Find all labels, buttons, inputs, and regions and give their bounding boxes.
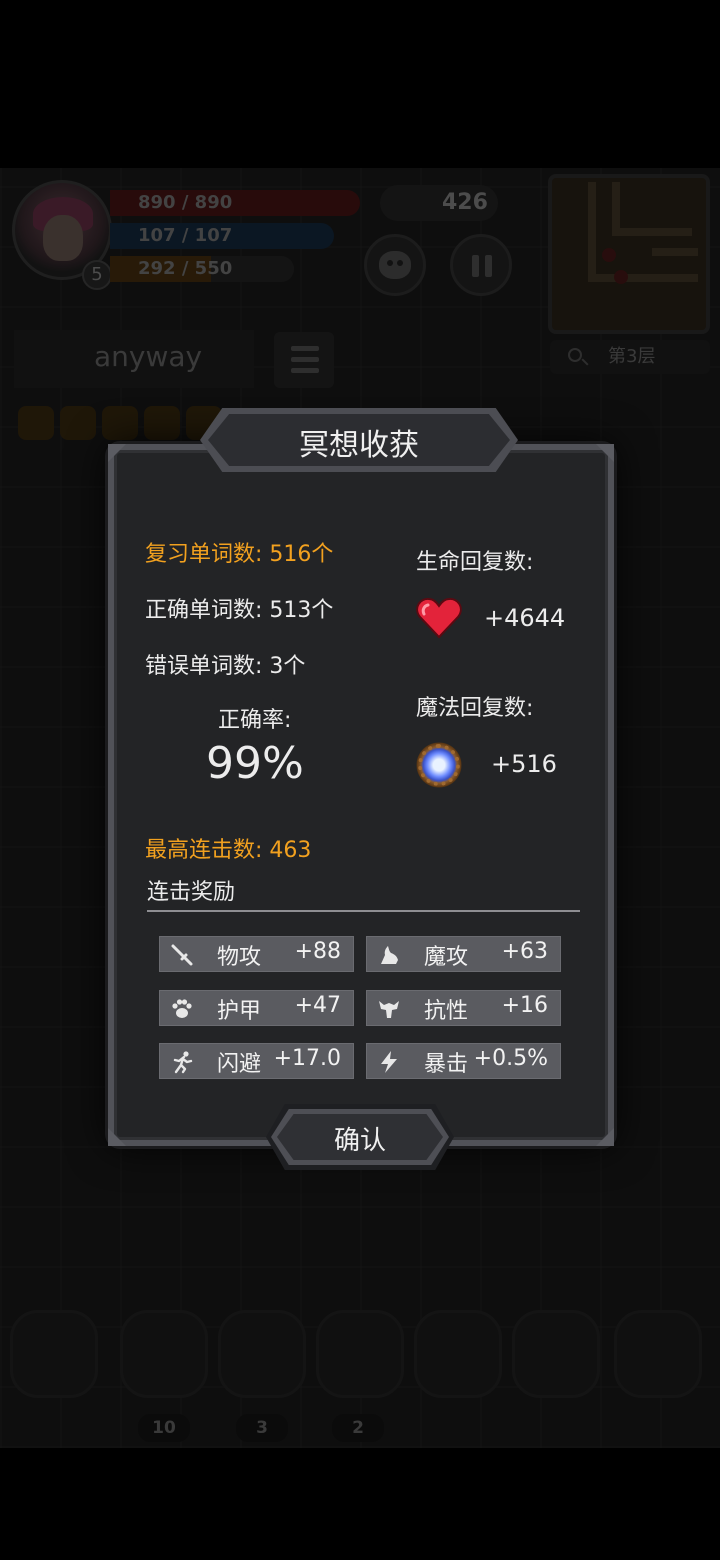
mp-recover-value: +516 [491,750,557,778]
dialog-corner [596,444,614,462]
stat-label: 闪避 [217,1052,262,1077]
stat-value: +16 [501,993,548,1018]
running-icon [173,1051,193,1074]
dialog-corner [108,1128,126,1146]
stat-label: 抗性 [424,999,469,1024]
mana-orb-icon [416,742,462,788]
stat-value: +47 [294,993,341,1018]
stat-label: 护甲 [217,999,262,1024]
stat-label: 物攻 [217,945,262,970]
stat-resistance: 抗性 +16 [366,990,561,1026]
section-divider [147,910,580,912]
stat-armor: 护甲 +47 [159,990,354,1026]
max-combo: 最高连击数: 463 [145,838,312,863]
confirm-button[interactable]: 确认 [266,1104,454,1170]
stat-physical-attack: 物攻 +88 [159,936,354,972]
stat-value: +63 [501,939,548,964]
review-word-count: 复习单词数: 516个 [145,542,334,567]
magic-hand-icon [381,946,398,964]
heart-icon [416,597,462,639]
stat-label: 暴击 [424,1052,469,1077]
paw-icon [172,999,192,1018]
stat-magic-attack: 魔攻 +63 [366,936,561,972]
accuracy-label: 正确率: [218,708,292,733]
sword-icon [171,944,193,966]
muscle-icon [379,1001,399,1018]
stat-value: +17.0 [273,1046,341,1071]
stat-critical: 暴击 +0.5% [366,1043,561,1079]
dialog-corner [596,1128,614,1146]
confirm-label: 确认 [333,1126,386,1156]
dialog-corner [108,444,126,462]
accuracy-value: 99% [206,738,304,789]
hp-recover-value: +4644 [484,604,566,632]
stat-dodge: 闪避 +17.0 [159,1043,354,1079]
hp-recover-label: 生命回复数: [416,550,534,575]
wrong-word-count: 错误单词数: 3个 [145,654,306,679]
combo-reward-title: 连击奖励 [147,880,236,905]
stat-value: +0.5% [473,1046,548,1071]
stat-value: +88 [294,939,341,964]
correct-word-count: 正确单词数: 513个 [145,598,334,623]
dialog-title: 冥想收获 [299,428,419,463]
mp-recover-label: 魔法回复数: [416,696,534,721]
lightning-icon [381,1051,397,1073]
stat-label: 魔攻 [424,945,469,970]
dialog-title-plate: 冥想收获 [200,408,518,472]
